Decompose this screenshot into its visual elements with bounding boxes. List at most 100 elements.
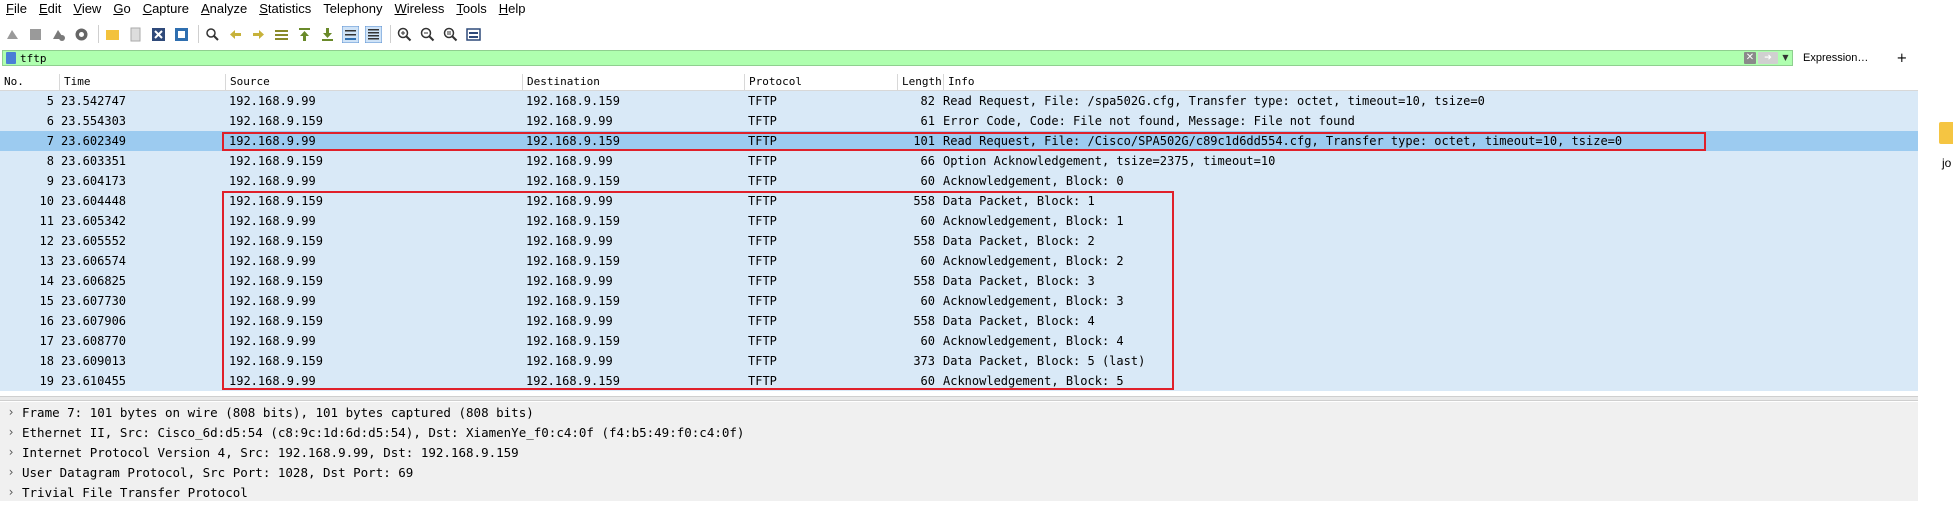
packet-protocol-cell: TFTP bbox=[748, 274, 777, 288]
zoom-in-icon[interactable] bbox=[396, 26, 413, 43]
menu-capture[interactable]: Capture bbox=[137, 0, 195, 18]
options-gear-icon[interactable] bbox=[73, 26, 90, 43]
filter-bookmark-icon[interactable] bbox=[6, 52, 16, 64]
packet-protocol-cell: TFTP bbox=[748, 334, 777, 348]
packet-time-cell: 23.605552 bbox=[61, 234, 127, 248]
add-filter-button[interactable]: + bbox=[1896, 51, 1907, 66]
zoom-out-icon[interactable] bbox=[419, 26, 436, 43]
wireshark-window: File Edit View Go Capture Analyze Statistics Te… bbox=[0, 0, 1918, 531]
menu-file[interactable]: File bbox=[0, 0, 33, 18]
packet-time-cell: 23.610455 bbox=[61, 374, 127, 388]
apply-filter-icon[interactable]: ➔ bbox=[1758, 52, 1778, 64]
menu-mnemonic: H bbox=[498, 1, 509, 16]
shark-start-icon[interactable] bbox=[4, 26, 21, 43]
detail-tree-item[interactable]: › Ethernet II, Src: Cisco_6d:d5:54 (c8:9c… bbox=[0, 422, 1918, 442]
menu-analyze[interactable]: Analyze bbox=[195, 0, 253, 18]
column-header-destination[interactable]: Destination bbox=[523, 74, 745, 90]
go-to-packet-icon[interactable] bbox=[273, 26, 290, 43]
packet-destination-cell: 192.168.9.99 bbox=[526, 274, 613, 288]
packet-no-cell: 10 bbox=[39, 194, 54, 208]
detail-tree-item[interactable]: › Trivial File Transfer Protocol bbox=[0, 482, 1918, 502]
pane-splitter[interactable] bbox=[0, 396, 1918, 401]
detail-tree-item[interactable]: › Internet Protocol Version 4, Src: 192.1… bbox=[0, 442, 1918, 462]
packet-row[interactable]: 11 23.605342 192.168.9.99 192.168.9.159 TFTP… bbox=[0, 211, 1918, 231]
packet-no-cell: 11 bbox=[39, 214, 54, 228]
packet-length-cell: 61 bbox=[920, 114, 935, 128]
packet-time-cell: 23.606574 bbox=[61, 254, 127, 268]
stop-icon[interactable] bbox=[27, 26, 44, 43]
packet-row[interactable]: 10 23.604448 192.168.9.159 192.168.9.99 TFTP… bbox=[0, 191, 1918, 211]
packet-source-cell: 192.168.9.99 bbox=[229, 134, 316, 148]
packet-length-cell: 60 bbox=[920, 214, 935, 228]
menu-mnemonic: S bbox=[259, 1, 268, 16]
expand-chevron-icon[interactable]: › bbox=[0, 405, 22, 419]
packet-source-cell: 192.168.9.99 bbox=[229, 94, 316, 108]
menu-help[interactable]: Help bbox=[493, 0, 532, 18]
packet-row[interactable]: 14 23.606825 192.168.9.159 192.168.9.99 TFTP… bbox=[0, 271, 1918, 291]
filter-history-dropdown-icon[interactable]: ▼ bbox=[1780, 52, 1791, 64]
desktop-folder-icon[interactable] bbox=[1939, 122, 1953, 144]
display-filter-input[interactable] bbox=[20, 51, 1720, 65]
expand-chevron-icon[interactable]: › bbox=[0, 485, 22, 499]
column-header-time[interactable]: Time bbox=[60, 74, 226, 90]
packet-row[interactable]: 17 23.608770 192.168.9.99 192.168.9.159 TFTP… bbox=[0, 331, 1918, 351]
menu-wireless[interactable]: Wireless bbox=[389, 0, 451, 18]
packet-row[interactable]: 8 23.603351 192.168.9.159 192.168.9.99 TFTP 6… bbox=[0, 151, 1918, 171]
packet-protocol-cell: TFTP bbox=[748, 214, 777, 228]
packet-destination-cell: 192.168.9.159 bbox=[526, 134, 620, 148]
column-header-protocol[interactable]: Protocol bbox=[745, 74, 898, 90]
packet-destination-cell: 192.168.9.99 bbox=[526, 194, 613, 208]
packet-no-cell: 7 bbox=[46, 134, 54, 148]
autoscroll-icon[interactable] bbox=[342, 25, 359, 43]
packet-row[interactable]: 15 23.607730 192.168.9.99 192.168.9.159 TFTP… bbox=[0, 291, 1918, 311]
desktop-label: jo bbox=[1942, 156, 1952, 170]
file-icon[interactable] bbox=[127, 26, 144, 43]
column-header-source[interactable]: Source bbox=[226, 74, 523, 90]
menu-tools[interactable]: Tools bbox=[450, 0, 492, 18]
clear-filter-icon[interactable]: ✕ bbox=[1744, 52, 1756, 64]
normal-size-icon[interactable] bbox=[442, 26, 459, 43]
colorize-icon[interactable] bbox=[365, 25, 382, 43]
column-header-length[interactable]: Length bbox=[898, 74, 944, 90]
packet-row[interactable]: 7 23.602349 192.168.9.99 192.168.9.159 TFTP 1… bbox=[0, 131, 1918, 151]
menu-telephony[interactable]: Telephony bbox=[317, 0, 388, 18]
packet-source-cell: 192.168.9.99 bbox=[229, 254, 316, 268]
resize-columns-icon[interactable] bbox=[465, 26, 482, 43]
packet-row[interactable]: 13 23.606574 192.168.9.99 192.168.9.159 TFTP… bbox=[0, 251, 1918, 271]
restart-icon[interactable] bbox=[50, 26, 67, 43]
first-packet-icon[interactable] bbox=[296, 26, 313, 43]
packet-source-cell: 192.168.9.99 bbox=[229, 214, 316, 228]
display-filter-field[interactable]: ✕ ➔ ▼ bbox=[2, 50, 1793, 66]
menu-label: tatistics bbox=[267, 1, 312, 16]
detail-tree-item[interactable]: › User Datagram Protocol, Src Port: 1028,… bbox=[0, 462, 1918, 482]
packet-row[interactable]: 12 23.605552 192.168.9.159 192.168.9.99 TFTP… bbox=[0, 231, 1918, 251]
packet-row[interactable]: 5 23.542747 192.168.9.99 192.168.9.159 TFTP 8… bbox=[0, 91, 1918, 111]
menu-go[interactable]: Go bbox=[107, 0, 136, 18]
back-arrow-icon[interactable] bbox=[227, 26, 244, 43]
menu-view[interactable]: View bbox=[67, 0, 107, 18]
detail-tree-label: Frame 7: 101 bytes on wire (808 bits), 1… bbox=[22, 404, 534, 420]
last-packet-icon[interactable] bbox=[319, 26, 336, 43]
close-file-icon[interactable] bbox=[150, 26, 167, 43]
reload-icon[interactable] bbox=[173, 26, 190, 43]
expression-button[interactable]: Expression… bbox=[1803, 52, 1868, 64]
column-header-info[interactable]: Info bbox=[944, 74, 1918, 90]
menu-edit[interactable]: Edit bbox=[33, 0, 67, 18]
packet-source-cell: 192.168.9.99 bbox=[229, 374, 316, 388]
packet-row[interactable]: 18 23.609013 192.168.9.159 192.168.9.99 TFTP… bbox=[0, 351, 1918, 371]
find-icon[interactable] bbox=[204, 26, 221, 43]
expand-chevron-icon[interactable]: › bbox=[0, 465, 22, 479]
open-folder-icon[interactable] bbox=[104, 26, 121, 43]
packet-row[interactable]: 19 23.610455 192.168.9.99 192.168.9.159 TFTP… bbox=[0, 371, 1918, 391]
packet-destination-cell: 192.168.9.159 bbox=[526, 214, 620, 228]
packet-row[interactable]: 6 23.554303 192.168.9.159 192.168.9.99 TFTP 6… bbox=[0, 111, 1918, 131]
menu-statistics[interactable]: Statistics bbox=[253, 0, 317, 18]
expand-chevron-icon[interactable]: › bbox=[0, 445, 22, 459]
expand-chevron-icon[interactable]: › bbox=[0, 425, 22, 439]
column-header-no[interactable]: No. bbox=[0, 74, 60, 90]
packet-row[interactable]: 9 23.604173 192.168.9.99 192.168.9.159 TFTP 6… bbox=[0, 171, 1918, 191]
packet-time-cell: 23.609013 bbox=[61, 354, 127, 368]
packet-row[interactable]: 16 23.607906 192.168.9.159 192.168.9.99 TFTP… bbox=[0, 311, 1918, 331]
forward-arrow-icon[interactable] bbox=[250, 26, 267, 43]
detail-tree-item[interactable]: › Frame 7: 101 bytes on wire (808 bits), … bbox=[0, 402, 1918, 422]
